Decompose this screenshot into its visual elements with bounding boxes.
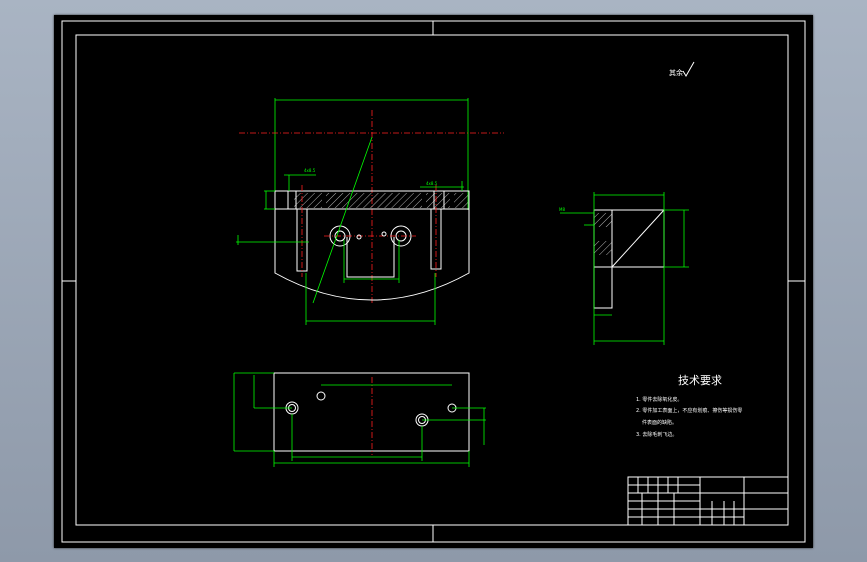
centering-marks: [62, 21, 805, 542]
side-view: M8: [559, 192, 689, 345]
tech-note-2: 2. 零件加工表面上，不应有划痕、擦伤等损伤零: [636, 407, 742, 414]
tech-requirements: 技术要求 1. 零件去除氧化皮。 2. 零件加工表面上，不应有划痕、擦伤等损伤零…: [636, 374, 742, 438]
top-view: [233, 372, 486, 467]
front-view: 4x8.5 4x8.5: [236, 98, 504, 325]
outer-frame: [61, 20, 806, 543]
roughness-check-icon: [682, 61, 695, 77]
tech-title: 技术要求: [678, 374, 722, 387]
svg-text:M8: M8: [559, 207, 565, 212]
title-block: [627, 476, 789, 526]
roughness-label: 其余: [669, 68, 683, 77]
tech-note-1: 1. 零件去除氧化皮。: [636, 396, 682, 403]
tech-note-4: 3. 去除毛刺飞边。: [636, 431, 677, 438]
svg-text:4x8.5: 4x8.5: [304, 168, 316, 173]
tech-note-3: 件表面的缺陷。: [642, 419, 677, 426]
drawing-canvas: 其余 4x8.5 4x8.5 M8 技术要求 1. 零件去除氧化皮。 2. 零件…: [54, 15, 813, 548]
svg-text:4x8.5: 4x8.5: [426, 181, 438, 186]
cad-drawing: 其余 4x8.5 4x8.5 M8 技术要求 1. 零件去除氧化皮。 2. 零件…: [61, 20, 806, 543]
